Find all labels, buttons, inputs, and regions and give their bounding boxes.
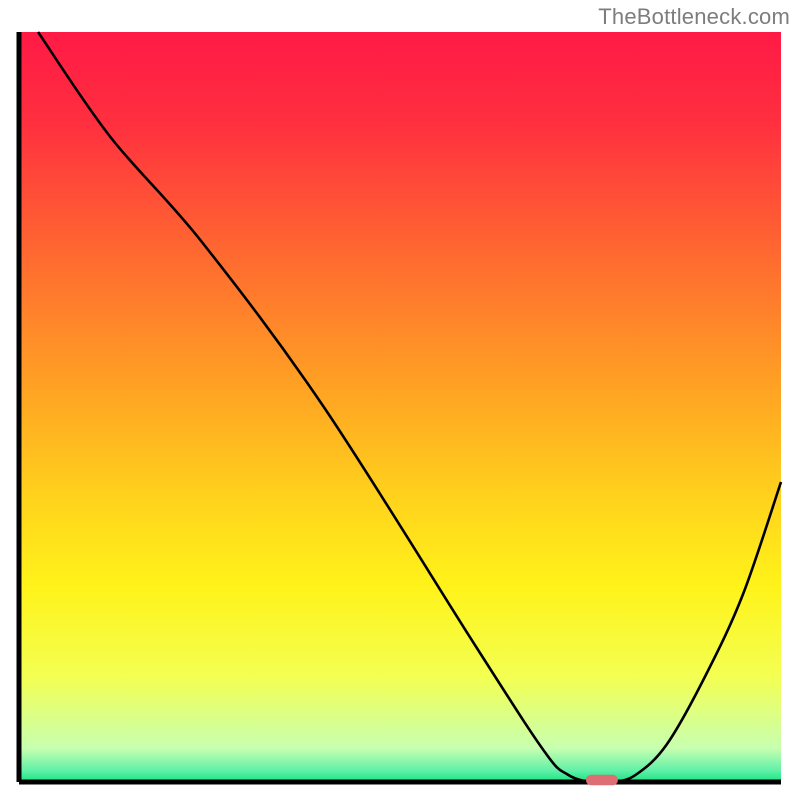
chart-container: { "watermark": "TheBottleneck.com", "cha…: [0, 0, 800, 800]
bottleneck-chart: [0, 0, 800, 800]
plot-gradient-background: [19, 32, 781, 782]
optimal-marker: [586, 775, 618, 786]
